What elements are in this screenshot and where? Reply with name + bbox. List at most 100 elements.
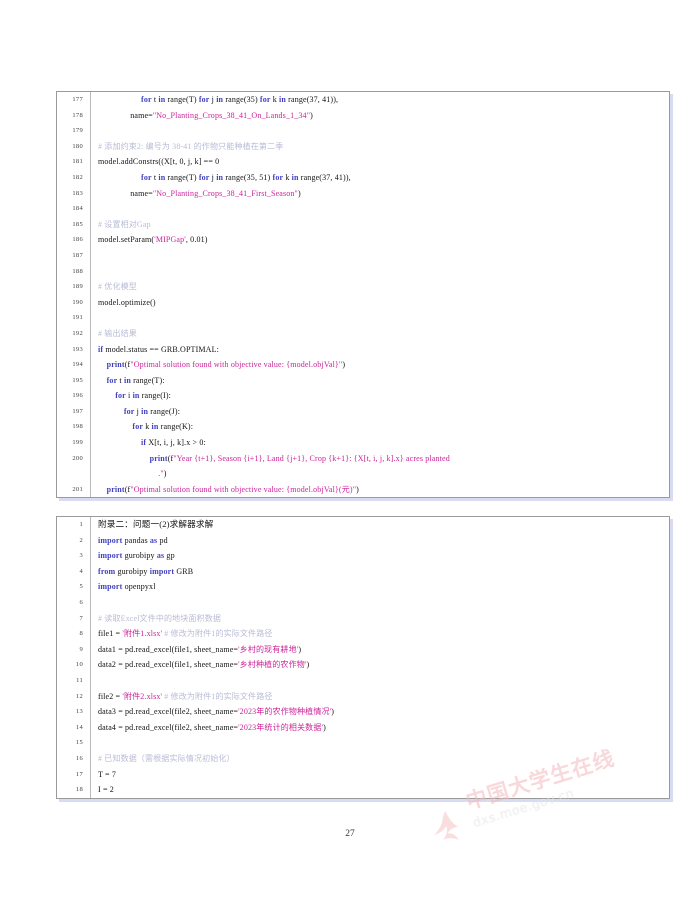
code-token-plain: k — [143, 422, 152, 432]
code-line-content: # 读取Excel文件中的地块面积数据 — [90, 610, 669, 627]
line-number: 199 — [72, 439, 83, 447]
code-line: 184 — [57, 201, 669, 217]
document-page: 177 for t in range(T) for j in range(35)… — [0, 0, 700, 905]
code-line: 5 import openpyxl — [57, 579, 669, 595]
line-number: 193 — [72, 345, 83, 353]
code-token-plain: k — [283, 172, 292, 182]
code-line-content: for t in range(T) for j in range(35, 51)… — [90, 169, 669, 186]
code-token-plain: gurobipy — [122, 551, 157, 561]
code-token-plain: ) — [163, 469, 167, 479]
line-number: 9 — [79, 645, 83, 653]
line-number: 179 — [72, 127, 83, 135]
code-line-content: import pandas as pd — [90, 532, 669, 549]
line-number: 15 — [75, 739, 83, 747]
code-token-kw: for — [198, 95, 210, 104]
code-token-plain: 附录二：问题一(2)求解器求解 — [98, 519, 214, 529]
code-token-kw: for — [141, 172, 152, 182]
code-line: 1 附录二：问题一(2)求解器求解 — [57, 517, 669, 533]
code-token-plain: ) — [331, 707, 335, 717]
code-token-kw: print — [106, 360, 125, 370]
code-line: 178 name="No_Planting_Crops_38_41_On_Lan… — [57, 107, 669, 124]
code-token-kw: in — [123, 375, 131, 385]
code-line-content: # 输出结果 — [90, 325, 669, 342]
code-line-content: print(f"Optimal solution found with obje… — [90, 481, 669, 498]
code-token-str: "Optimal solution found with objective v… — [130, 484, 357, 494]
code-token-plain: i — [125, 391, 133, 401]
code-token-plain: ) — [306, 660, 310, 670]
code-line-content — [90, 735, 669, 751]
code-line: 189 # 优化模型 — [57, 279, 669, 295]
code-line: 190 model.optimize() — [57, 294, 669, 311]
line-number: 12 — [75, 692, 83, 700]
line-number: 14 — [75, 723, 83, 731]
code-token-plain: range(I): — [139, 391, 172, 401]
code-line: 14 data4 = pd.read_excel(file2, sheet_nam… — [57, 719, 669, 736]
code-line-content: print(f"Year {t+1}, Season {i+1}, Land {… — [90, 450, 669, 467]
code-line: 12 file2 = '附件2.xlsx' # 修改为附件1的实际文件路径 — [57, 688, 669, 705]
code-block-gurobi-constraints: 177 for t in range(T) for j in range(35)… — [56, 91, 670, 499]
code-line-content — [90, 594, 669, 611]
line-number: 16 — [75, 754, 83, 762]
code-token-cmt: # 读取Excel文件中的地块面积数据 — [98, 613, 222, 623]
code-token-kw: from — [98, 566, 116, 576]
line-number: 186 — [72, 236, 83, 244]
code-line-content: # 已知数据（需根据实际情况初始化） — [90, 750, 669, 767]
code-line-content — [90, 310, 669, 326]
code-token-cmt: # 优化模型 — [98, 282, 137, 292]
code-line-content: import gurobipy as gp — [90, 548, 669, 564]
code-line: 180 # 添加约束2: 编号为 38-41 的作物只能种植在第二季 — [57, 138, 669, 155]
code-token-str: "Year {t+1}, Season {i+1}, Land {j+1}, C… — [173, 453, 450, 463]
code-line: 4 from gurobipy import GRB — [57, 563, 669, 580]
line-number: 195 — [72, 376, 83, 384]
line-number: 182 — [72, 173, 83, 181]
code-token-plain: X[t, i, j, k].x > 0: — [146, 438, 206, 448]
code-line-content — [90, 201, 669, 217]
code-token-plain: range(T): — [130, 375, 165, 385]
code-line: 17 T = 7 — [57, 766, 669, 783]
code-token-plain: t — [117, 375, 124, 385]
line-number: 13 — [75, 708, 83, 716]
code-line-content: I = 2 — [90, 782, 669, 798]
code-line: 182 for t in range(T) for j in range(35,… — [57, 169, 669, 186]
code-token-plain: ) — [297, 188, 301, 198]
code-line-content: print(f"Optimal solution found with obje… — [90, 357, 669, 373]
code-token-plain: gp — [164, 551, 175, 561]
code-token-cmt: # 输出结果 — [98, 328, 137, 338]
code-token-str: '2023年的农作物种植情况' — [238, 707, 332, 717]
line-number: 6 — [79, 598, 83, 606]
line-number: 188 — [72, 267, 83, 275]
line-number: 18 — [75, 786, 83, 794]
code-token-kw: import — [98, 582, 123, 592]
code-line: 187 — [57, 247, 669, 264]
code-line: 179 — [57, 123, 669, 139]
code-token-plain: name= — [98, 110, 153, 120]
page-number: 27 — [345, 829, 355, 839]
code-token-str: '乡村种植的农作物' — [238, 660, 307, 670]
line-number: 183 — [72, 189, 83, 197]
code-line: 193 if model.status == GRB.OPTIMAL: — [57, 341, 669, 358]
code-line: 10 data2 = pd.read_excel(file1, sheet_nam… — [57, 657, 669, 673]
code-rows: 177 for t in range(T) for j in range(35)… — [57, 92, 669, 498]
code-line: 7 # 读取Excel文件中的地块面积数据 — [57, 610, 669, 627]
code-line-content: data4 = pd.read_excel(file2, sheet_name=… — [90, 719, 669, 736]
code-line-content — [90, 263, 669, 280]
code-rows: 1 附录二：问题一(2)求解器求解 2 import pandas as pd 3 imp… — [57, 517, 669, 798]
code-line: 8 file1 = '附件1.xlsx' # 修改为附件1的实际文件路径 — [57, 626, 669, 642]
code-token-str: "No_Planting_Crops_38_41_First_Season" — [152, 188, 298, 198]
code-token-cmt: # 修改为附件1的实际文件路径 — [164, 629, 273, 639]
code-token-kw: for — [132, 422, 144, 432]
line-number: 194 — [72, 361, 83, 369]
code-token-plain: , 0.01) — [185, 235, 208, 245]
code-line-content: model.optimize() — [90, 294, 669, 311]
code-line-content: 附录二：问题一(2)求解器求解 — [90, 517, 669, 533]
code-token-cmt: # 已知数据（需根据实际情况初始化） — [98, 753, 235, 763]
code-block-appendix-2: 1 附录二：问题一(2)求解器求解 2 import pandas as pd 3 imp… — [56, 516, 670, 799]
line-number: 201 — [72, 485, 83, 493]
code-line-content: for i in range(I): — [90, 388, 669, 404]
code-token-kw: in — [279, 95, 287, 104]
line-number: 189 — [72, 283, 83, 291]
